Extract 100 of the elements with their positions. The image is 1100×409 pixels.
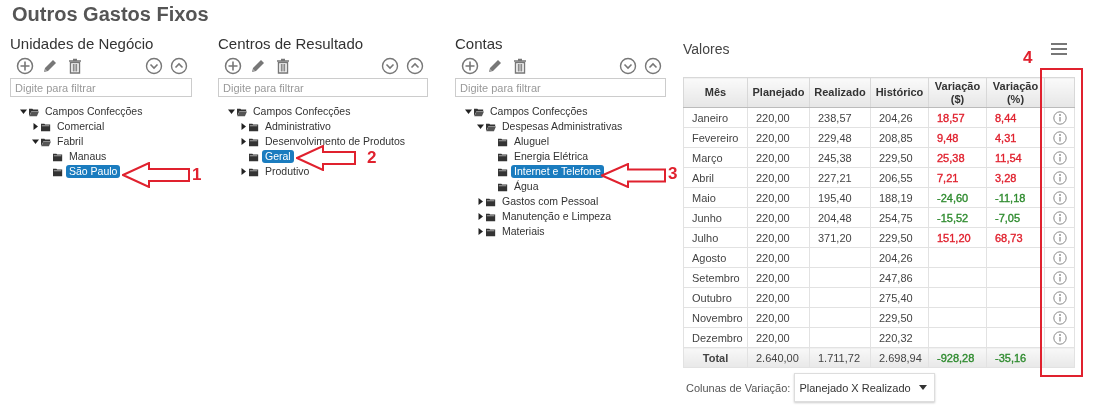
plus-circle-icon[interactable] (16, 57, 34, 75)
annotation-arrow (122, 162, 190, 188)
folder-icon (249, 136, 259, 147)
folder-icon (486, 226, 496, 237)
caret-icon (918, 385, 927, 390)
table-cell: 220,00 (747, 327, 810, 348)
panel-heading: Unidades de Negócio (10, 35, 155, 54)
expand-arrow-icon[interactable] (239, 138, 247, 145)
tree-item[interactable]: Internet e Telefone (511, 165, 604, 178)
folder-icon (498, 151, 508, 162)
tree-item[interactable]: São Paulo (66, 165, 121, 178)
chevron-down-icon[interactable] (381, 57, 399, 75)
filter-field[interactable]: Digite para filtrar (455, 78, 666, 97)
tree-item[interactable]: Manutenção e Limpeza (499, 210, 615, 223)
table-cell: 204,26 (870, 247, 929, 268)
trash-icon[interactable] (511, 57, 529, 75)
table-cell: 68,73 (986, 227, 1045, 248)
table-cell: Dezembro (683, 327, 748, 348)
collapse-arrow-icon[interactable] (227, 108, 235, 115)
table-cell: 7,21 (928, 167, 987, 188)
folder-icon (486, 211, 496, 222)
chevron-down-icon[interactable] (619, 57, 637, 75)
expand-arrow-icon[interactable] (31, 123, 39, 130)
filter-field[interactable]: Digite para filtrar (10, 78, 192, 97)
table-cell: 204,26 (870, 107, 929, 128)
annotation-number: 3 (668, 165, 678, 183)
expand-arrow-icon[interactable] (476, 228, 484, 235)
tree-item[interactable]: Produtivo (262, 165, 313, 178)
tree-item[interactable]: Geral (262, 150, 294, 163)
trash-icon[interactable] (274, 57, 292, 75)
collapse-arrow-icon[interactable] (19, 108, 27, 115)
table-cell: 9,48 (928, 127, 987, 148)
expand-arrow-icon[interactable] (476, 198, 484, 205)
tree-item[interactable]: Fabril (54, 135, 87, 148)
tree-item[interactable]: Campos Confecções (250, 105, 354, 118)
tree-item[interactable]: Manaus (66, 150, 110, 163)
tree-item[interactable]: Água (511, 180, 542, 193)
tree-item[interactable]: Comercial (54, 120, 108, 133)
filter-field[interactable]: Digite para filtrar (218, 78, 428, 97)
chevron-up-icon[interactable] (406, 57, 424, 75)
chevron-down-icon[interactable] (145, 57, 163, 75)
table-cell: 220,00 (747, 227, 810, 248)
trash-icon[interactable] (66, 57, 84, 75)
pencil-icon[interactable] (249, 57, 267, 75)
annotation-number: 1 (192, 166, 202, 184)
pencil-icon[interactable] (486, 57, 504, 75)
annotation-number: 2 (367, 149, 377, 167)
annotation-arrow (601, 163, 666, 188)
open-folder-icon (29, 106, 39, 117)
open-folder-icon (237, 106, 247, 117)
menu-icon[interactable] (1051, 43, 1067, 55)
plus-circle-icon[interactable] (461, 57, 479, 75)
variation-dropdown[interactable]: Planejado X Realizado (794, 373, 935, 402)
expand-arrow-icon[interactable] (239, 168, 247, 175)
open-folder-icon (474, 106, 484, 117)
table-cell: 220,00 (747, 147, 810, 168)
folder-icon (53, 166, 63, 177)
table-cell: 208,85 (870, 127, 929, 148)
tree-item[interactable]: Campos Confecções (487, 105, 591, 118)
folder-icon (249, 151, 259, 162)
table-cell: 151,20 (928, 227, 987, 248)
chevron-up-icon[interactable] (644, 57, 662, 75)
tree-item[interactable]: Despesas Administrativas (499, 120, 626, 133)
tree-item[interactable]: Aluguel (511, 135, 553, 148)
tree-item[interactable]: Administrativo (262, 120, 334, 133)
folder-icon (53, 151, 63, 162)
column-header: Variação (%) (986, 77, 1045, 108)
folder-icon (41, 121, 51, 132)
folder-icon (249, 166, 259, 177)
tree-item[interactable]: Campos Confecções (42, 105, 146, 118)
tree-item[interactable]: Materiais (499, 225, 548, 238)
table-cell: 229,50 (870, 307, 929, 328)
chevron-up-icon[interactable] (170, 57, 188, 75)
table-cell: 220,00 (747, 127, 810, 148)
table-cell: 188,19 (870, 187, 929, 208)
table-cell: Maio (683, 187, 748, 208)
expand-arrow-icon[interactable] (239, 123, 247, 130)
total-cell: Total (683, 347, 748, 368)
table-cell: Fevereiro (683, 127, 748, 148)
tree-item[interactable]: Desenvolvimento de Produtos (262, 135, 409, 148)
table-cell: 220,00 (747, 287, 810, 308)
panel-heading: Centros de Resultado (218, 35, 365, 54)
expand-arrow-icon[interactable] (476, 213, 484, 220)
column-header: Mês (683, 77, 748, 108)
table-cell: 220,00 (747, 207, 810, 228)
table-cell: 11,54 (986, 147, 1045, 168)
table-cell: -11,18 (986, 187, 1045, 208)
collapse-arrow-icon[interactable] (464, 108, 472, 115)
folder-icon (486, 196, 496, 207)
tree-item[interactable]: Energia Elétrica (511, 150, 592, 163)
table-cell: 220,00 (747, 307, 810, 328)
collapse-arrow-icon[interactable] (31, 138, 39, 145)
table-cell: Abril (683, 167, 748, 188)
collapse-arrow-icon[interactable] (476, 123, 484, 130)
page-title: Outros Gastos Fixos (11, 2, 210, 27)
folder-icon (498, 181, 508, 192)
tree-item[interactable]: Gastos com Pessoal (499, 195, 602, 208)
table-cell: -15,52 (928, 207, 987, 228)
pencil-icon[interactable] (41, 57, 59, 75)
plus-circle-icon[interactable] (224, 57, 242, 75)
